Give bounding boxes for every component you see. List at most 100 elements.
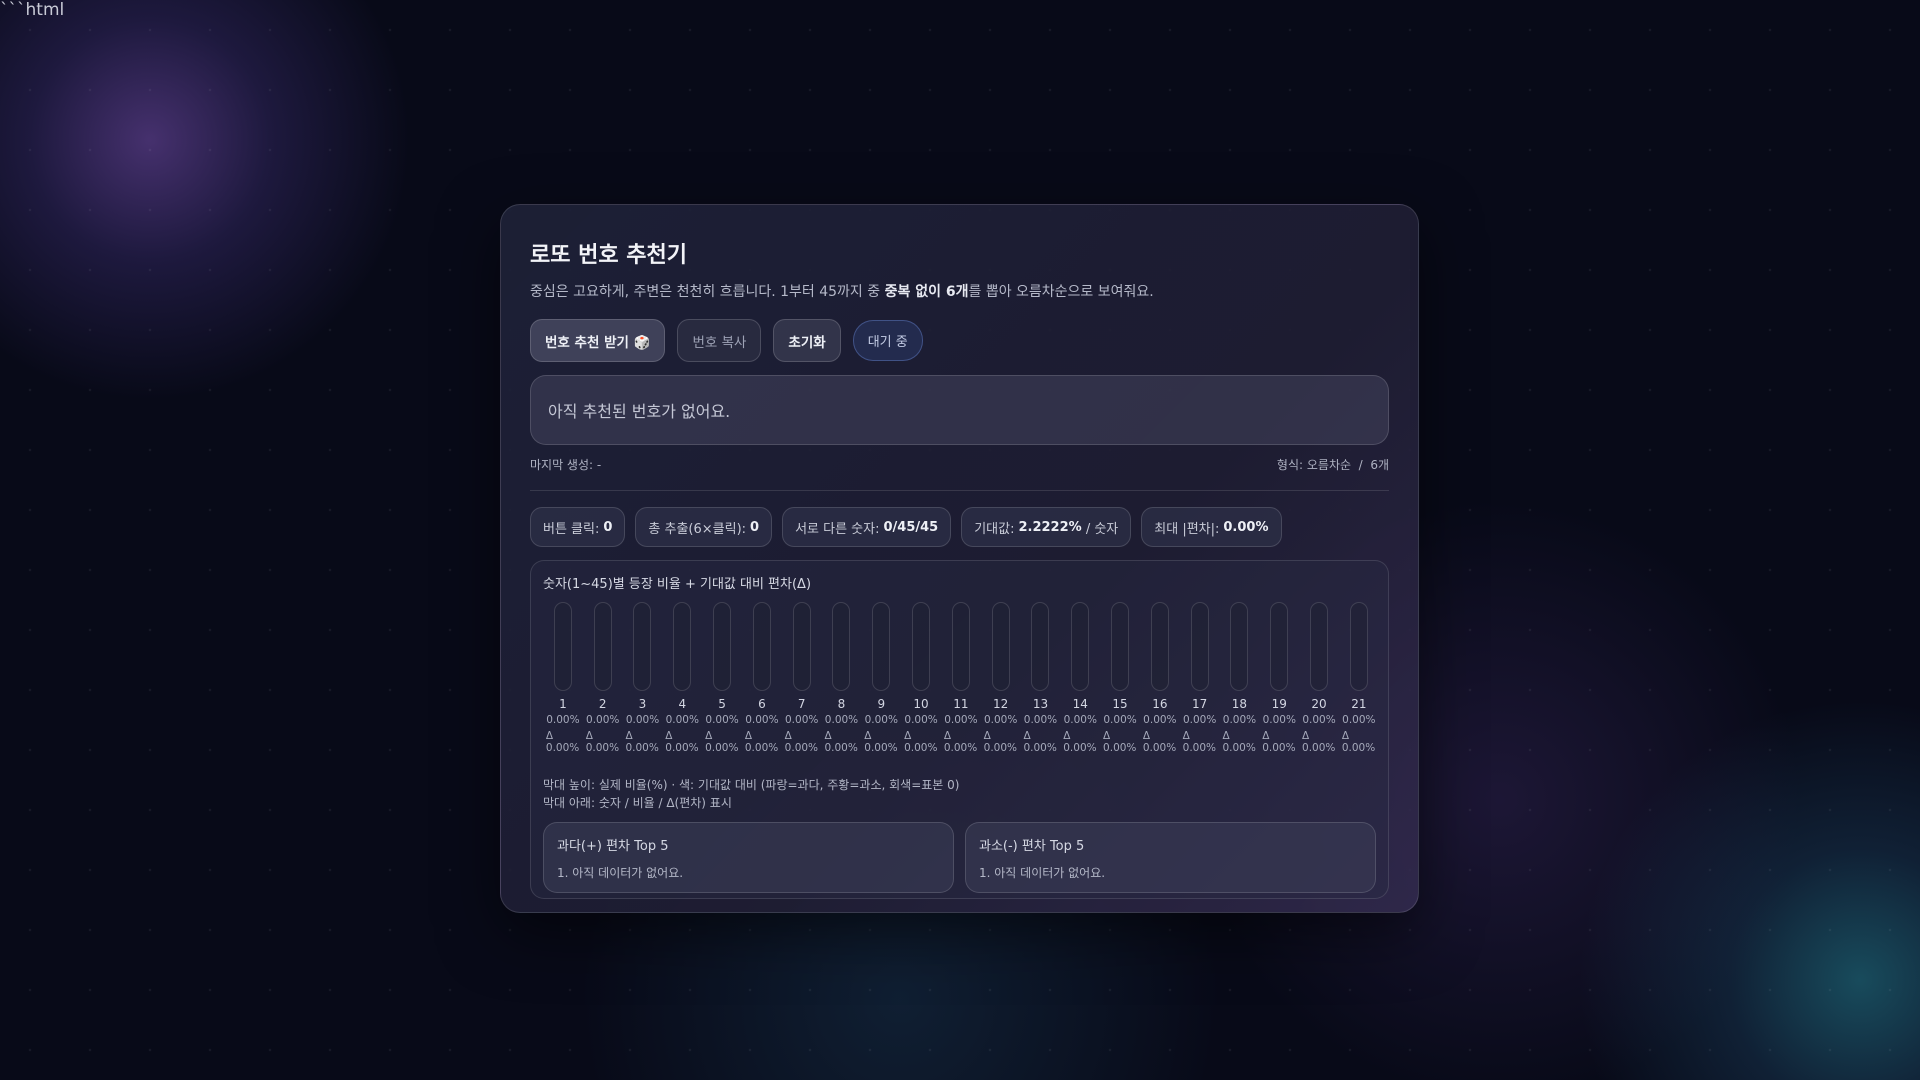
bar-delta-label: Δ 0.00% (665, 730, 699, 754)
reset-button[interactable]: 초기화 (773, 319, 841, 362)
bar-number-label: 8 (837, 697, 846, 711)
bar-delta-label: Δ 0.00% (983, 730, 1018, 754)
chart-column: 15 0.00% Δ 0.00% (1100, 602, 1140, 754)
last-generated: 마지막 생성: - (530, 458, 602, 472)
bar-track (593, 602, 612, 691)
chart-column: 17 0.00% Δ 0.00% (1180, 602, 1220, 754)
bar-track (991, 602, 1010, 691)
bar-track (1190, 602, 1209, 691)
bar-ratio-label: 0.00% (1103, 714, 1137, 726)
bar-number-label: 1 (559, 697, 567, 711)
generate-button[interactable]: 번호 추천 받기 🎲 (530, 319, 666, 362)
chart-column: 1 0.00% Δ 0.00% (543, 602, 583, 754)
bar-track (713, 602, 732, 691)
bar-track (1150, 602, 1169, 691)
chart-column: 6 0.00% Δ 0.00% (742, 602, 782, 754)
bar-delta-label: Δ 0.00% (625, 730, 659, 754)
bar-ratio-label: 0.00% (983, 714, 1018, 726)
bar-track (1230, 602, 1249, 691)
chart-column: 3 0.00% Δ 0.00% (623, 602, 663, 754)
bar-delta-label: Δ 0.00% (1142, 730, 1177, 754)
chart-column: 9 0.00% Δ 0.00% (861, 602, 901, 754)
stat-pill: 버튼 클릭: 0 (530, 507, 626, 547)
bar-track (1310, 602, 1329, 691)
bar-track (673, 602, 692, 691)
chart-legend: 막대 높이: 실제 비율(%) · 색: 기대값 대비 (파랑=과다, 주황=과… (543, 776, 1376, 812)
bar-number-label: 10 (913, 697, 929, 711)
chart-column: 14 0.00% Δ 0.00% (1060, 602, 1100, 754)
bar-track (553, 602, 572, 691)
chart-column: 7 0.00% Δ 0.00% (782, 602, 822, 754)
bar-number-label: 20 (1311, 697, 1327, 711)
bar-ratio-label: 0.00% (785, 714, 819, 726)
stat-value: 0/45/45 (883, 519, 939, 535)
bar-delta-label: Δ 0.00% (1023, 730, 1057, 754)
bar-number-label: 17 (1192, 697, 1208, 711)
stat-pill: 총 추출(6×클릭): 0 (635, 507, 773, 547)
bar-track (1031, 602, 1050, 691)
bar-ratio-label: 0.00% (1222, 714, 1257, 726)
over-top5-card: 과다(+) 편차 Top 5 1. 아직 데이터가 없어요. (543, 822, 954, 893)
stat-suffix: / 숫자 (1081, 521, 1119, 537)
chart-column: 4 0.00% Δ 0.00% (662, 602, 702, 754)
chart-columns: 1 0.00% Δ 0.00% 2 0.00% Δ 0.00% 3 0.00% Δ 0.00% 4… (543, 602, 1376, 754)
chart-column: 10 0.00% Δ 0.00% (901, 602, 941, 754)
chart-column: 8 0.00% Δ 0.00% (822, 602, 862, 754)
bar-number-label: 15 (1112, 697, 1128, 711)
copy-button[interactable]: 번호 복사 (677, 319, 762, 362)
bar-number-label: 7 (797, 697, 806, 711)
chart-column: 20 0.00% Δ 0.00% (1299, 602, 1339, 754)
page-subtitle: 중심은 고요하게, 주변은 천천히 흐릅니다. 1부터 45까지 중 중복 없이… (530, 281, 1389, 301)
bar-number-label: 12 (993, 697, 1009, 711)
bar-track (1349, 602, 1368, 691)
bar-ratio-label: 0.00% (665, 714, 699, 726)
bar-number-label: 2 (598, 697, 607, 711)
bar-ratio-label: 0.00% (1063, 714, 1097, 726)
stat-pill: 기대값: 2.2222% / 숫자 (961, 507, 1132, 547)
format-info: 형식: 오름차순 / 6개 (1276, 458, 1389, 472)
bar-ratio-label: 0.00% (944, 714, 978, 726)
bar-ratio-label: 0.00% (904, 714, 938, 726)
bar-ratio-label: 0.00% (705, 714, 739, 726)
bar-ratio-label: 0.00% (1302, 714, 1336, 726)
bar-number-label: 9 (877, 697, 886, 711)
bar-track (752, 602, 771, 691)
stray-code-fence-text: ```html (0, 0, 65, 20)
top5-section: 과다(+) 편차 Top 5 1. 아직 데이터가 없어요. 과소(-) 편차 … (543, 822, 1376, 893)
lotto-panel: 로또 번호 추천기 중심은 고요하게, 주변은 천천히 흐릅니다. 1부터 45… (500, 204, 1419, 913)
chart-column: 11 0.00% Δ 0.00% (941, 602, 981, 754)
bar-number-label: 18 (1231, 697, 1248, 711)
stat-pill: 최대 |편차|: 0.00% (1141, 507, 1282, 547)
bar-delta-label: Δ 0.00% (1063, 730, 1097, 754)
bar-number-label: 3 (638, 697, 647, 711)
stat-value: 0 (603, 519, 613, 535)
stat-value: 2.2222% (1018, 519, 1082, 535)
chart-column: 12 0.00% Δ 0.00% (981, 602, 1021, 754)
bar-ratio-label: 0.00% (1023, 714, 1058, 726)
chart-column: 13 0.00% Δ 0.00% (1021, 602, 1061, 754)
action-buttons: 번호 추천 받기 🎲 번호 복사 초기화 대기 중 (530, 319, 1389, 362)
legend-line-1: 막대 높이: 실제 비율(%) · 색: 기대값 대비 (파랑=과다, 주황=과… (543, 778, 960, 792)
bar-ratio-label: 0.00% (824, 714, 859, 726)
bar-delta-label: Δ 0.00% (1302, 730, 1336, 754)
bar-delta-label: Δ 0.00% (824, 730, 858, 754)
over-top5-title: 과다(+) 편차 Top 5 (557, 839, 669, 854)
bar-delta-label: Δ 0.00% (744, 730, 779, 754)
bar-ratio-label: 0.00% (625, 714, 660, 726)
bar-delta-label: Δ 0.00% (1262, 730, 1296, 754)
bar-number-label: 13 (1032, 697, 1049, 711)
chart-column: 5 0.00% Δ 0.00% (702, 602, 742, 754)
stat-pill: 서로 다른 숫자: 0/45/45 (782, 507, 952, 547)
bar-track (1111, 602, 1130, 691)
bar-ratio-label: 0.00% (546, 714, 580, 726)
divider (530, 490, 1389, 491)
bar-delta-label: Δ 0.00% (784, 730, 819, 754)
bar-track (951, 602, 970, 691)
stat-label: 서로 다른 숫자: (795, 521, 880, 537)
stat-label: 버튼 클릭: (543, 521, 600, 537)
bar-delta-label: Δ 0.00% (904, 730, 938, 754)
bar-number-label: 21 (1351, 697, 1367, 711)
chart-column: 2 0.00% Δ 0.00% (583, 602, 623, 754)
bar-ratio-label: 0.00% (1143, 714, 1177, 726)
bar-ratio-label: 0.00% (1182, 714, 1217, 726)
